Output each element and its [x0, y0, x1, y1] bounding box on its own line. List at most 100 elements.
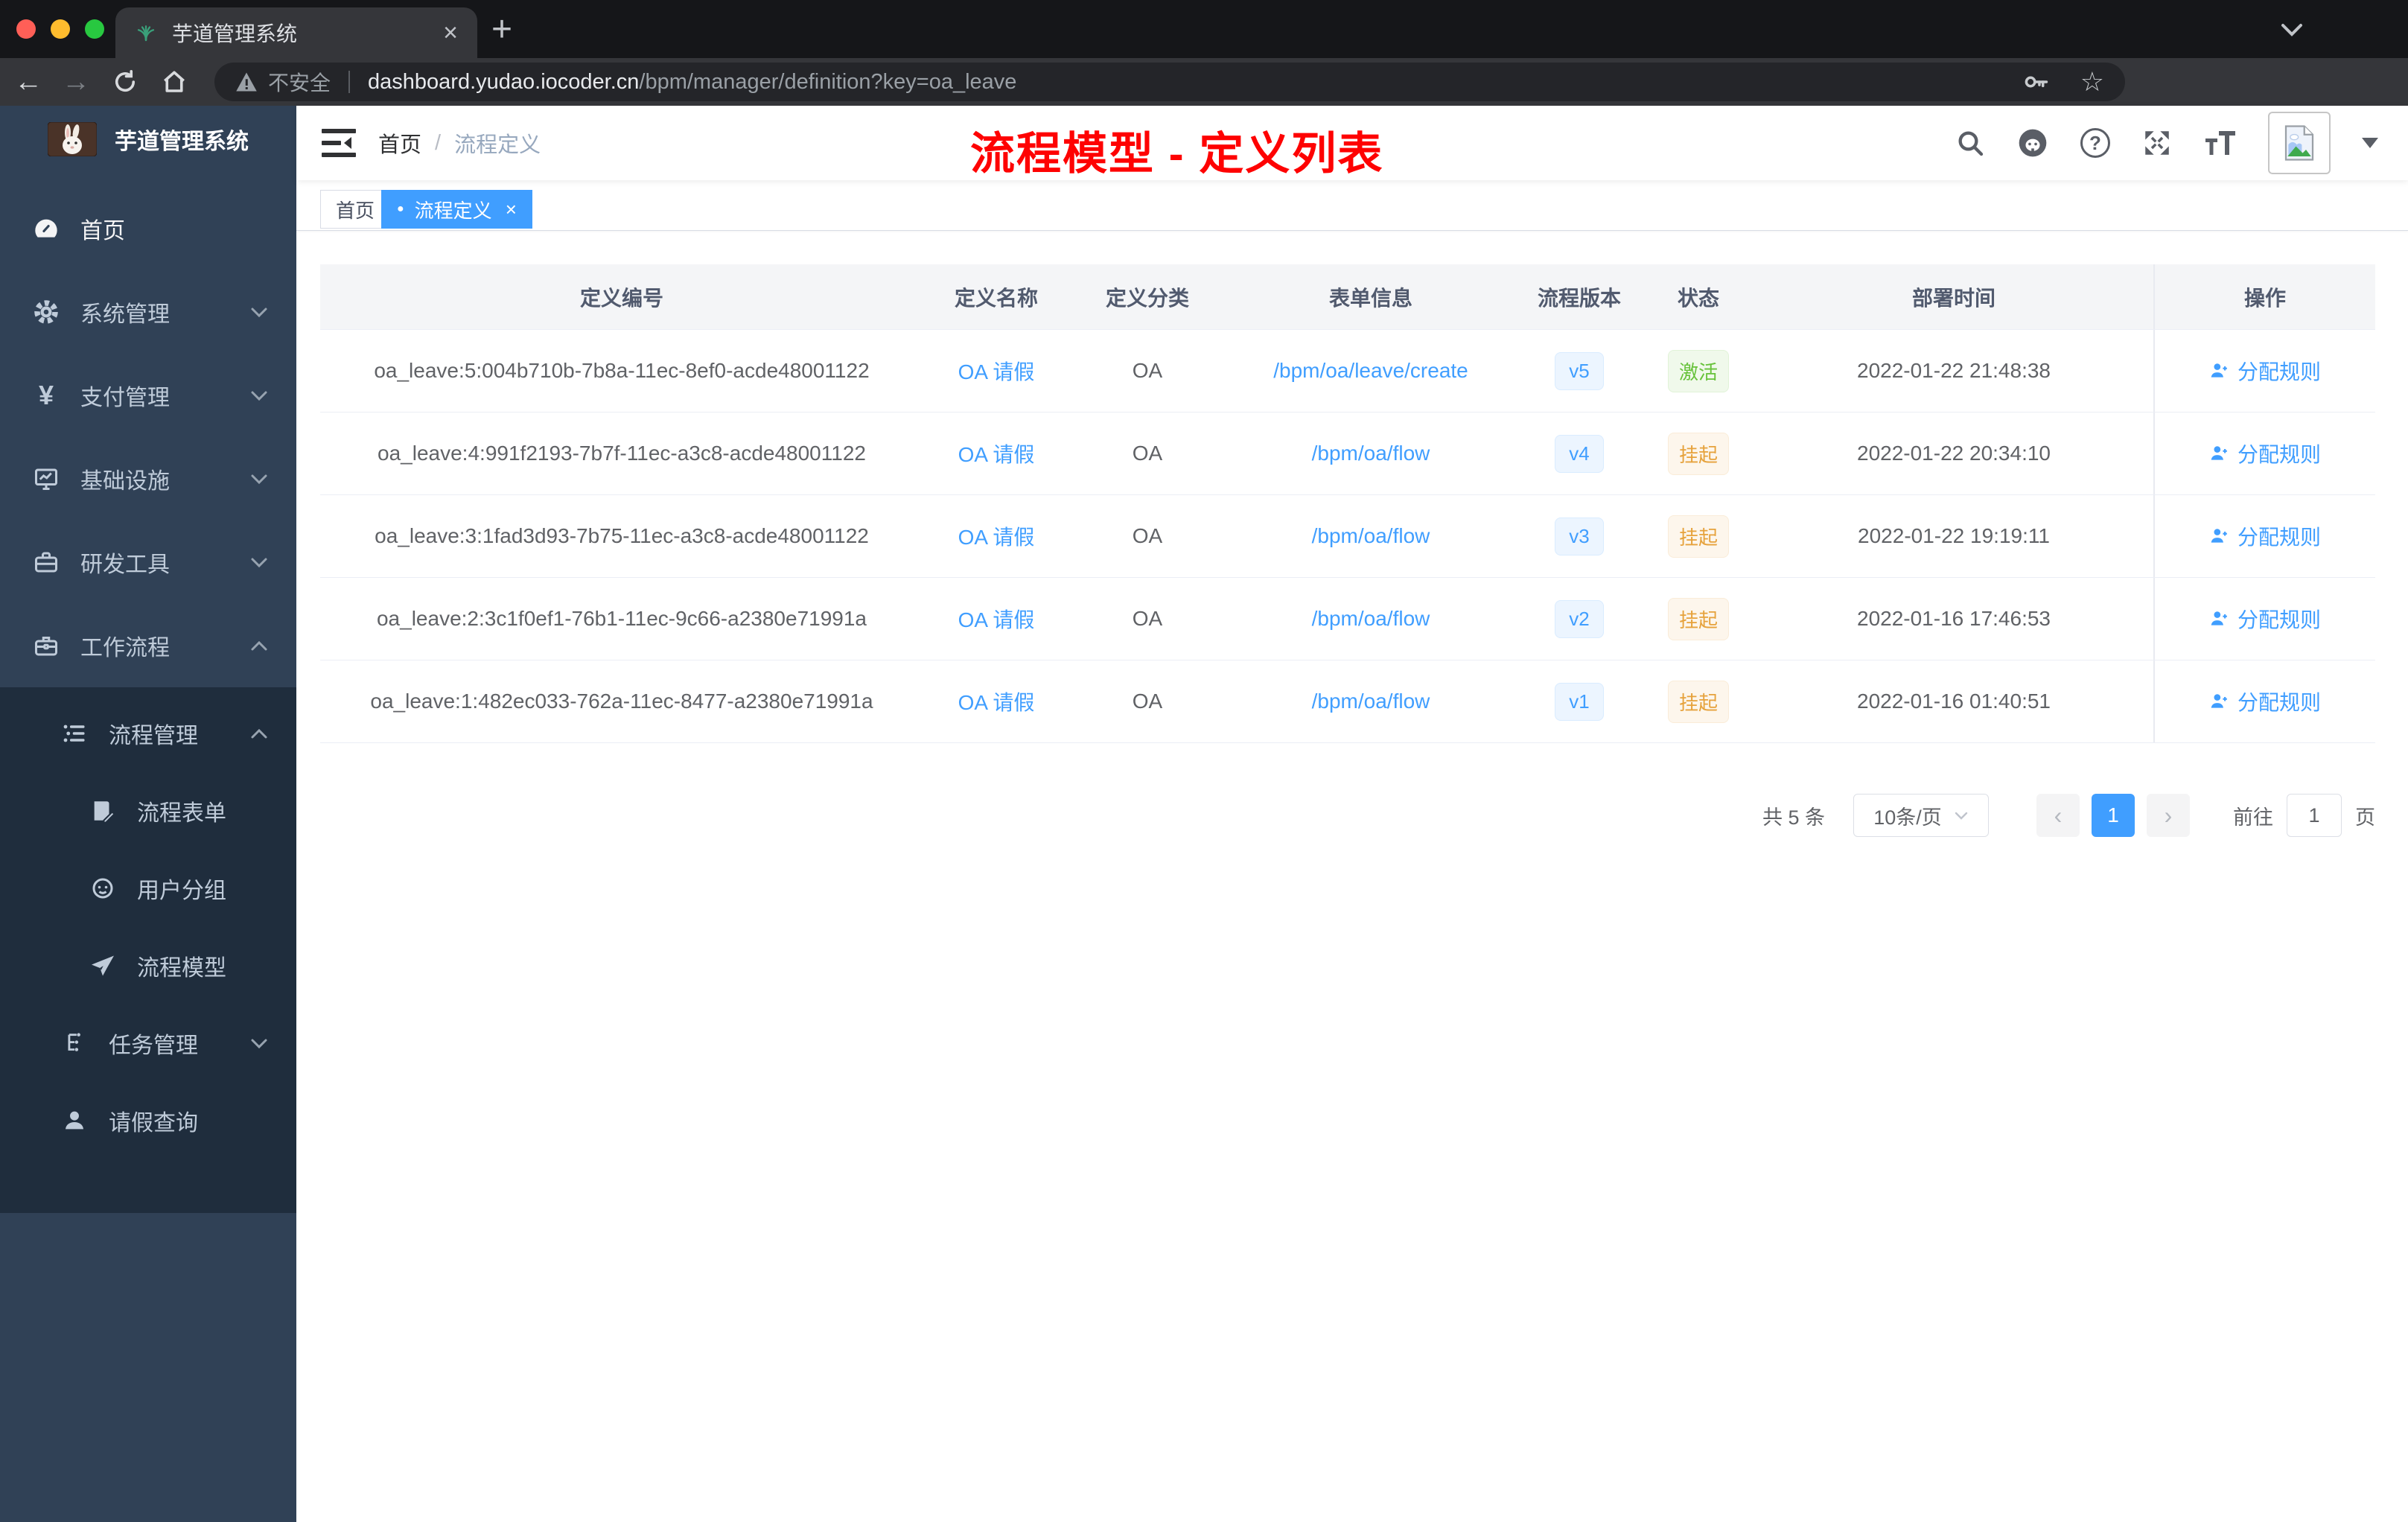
sidebar-item-process-model[interactable]: 流程模型	[0, 927, 296, 1004]
prev-page-button[interactable]: ‹	[2036, 794, 2080, 837]
page-navbar: 首页 / 流程定义 流程模型 - 定义列表 ?	[296, 106, 2408, 180]
browser-tab[interactable]: 芋道管理系统 ×	[115, 7, 477, 58]
sidebar-item-dev-tools[interactable]: 研发工具	[0, 520, 296, 604]
assign-rule-link[interactable]: 分配规则	[2209, 604, 2321, 634]
toolbox-icon	[31, 549, 61, 576]
chevron-up-icon	[250, 728, 268, 739]
avatar-caret-icon[interactable]	[2362, 138, 2378, 148]
page-size-select[interactable]: 10条/页	[1853, 794, 1989, 837]
chevron-down-icon	[250, 474, 268, 485]
status-badge: 挂起	[1667, 597, 1729, 640]
form-info-link[interactable]: /bpm/oa/flow	[1312, 524, 1430, 548]
chevron-down-icon	[1955, 812, 1967, 820]
chevron-up-icon	[250, 640, 268, 652]
sidebar-logo-link[interactable]: 芋道管理系统	[0, 106, 296, 156]
assign-rule-label: 分配规则	[2237, 526, 2321, 549]
tab-search-chevron-icon[interactable]	[2280, 22, 2304, 37]
list-tree-icon	[60, 720, 89, 747]
monitor-icon	[31, 465, 61, 492]
sidebar-item-label: 系统管理	[80, 302, 170, 327]
status-badge: 激活	[1667, 349, 1729, 392]
search-icon[interactable]	[1955, 128, 1985, 158]
tag-close-icon[interactable]: ×	[506, 198, 517, 221]
sidebar-item-label: 用户分组	[137, 879, 226, 903]
tab-close-icon[interactable]: ×	[443, 20, 458, 45]
form-info-link[interactable]: /bpm/oa/flow	[1312, 442, 1430, 465]
sidebar-item-label: 请假查询	[109, 1111, 198, 1136]
assign-rule-link[interactable]: 分配规则	[2209, 687, 2321, 716]
form-info-link[interactable]: /bpm/oa/flow	[1312, 690, 1430, 713]
assign-rule-label: 分配规则	[2237, 608, 2321, 631]
security-warning-icon[interactable]	[235, 71, 258, 92]
user-icon	[2211, 611, 2227, 625]
tab-title: 芋道管理系统	[172, 22, 298, 45]
form-info-link[interactable]: /bpm/oa/flow	[1312, 607, 1430, 631]
url-text[interactable]: dashboard.yudao.iocoder.cn/bpm/manager/d…	[368, 70, 2022, 95]
new-tab-button[interactable]: +	[491, 9, 512, 50]
sidebar-item-process-form[interactable]: 流程表单	[0, 772, 296, 850]
sidebar-item-workflow[interactable]: 工作流程	[0, 604, 296, 687]
sidebar-item-payment[interactable]: ¥ 支付管理	[0, 354, 296, 437]
github-icon[interactable]	[2016, 127, 2049, 159]
definition-name-link[interactable]: OA 请假	[958, 521, 1035, 551]
next-page-button[interactable]: ›	[2147, 794, 2190, 837]
sidebar-item-system[interactable]: 系统管理	[0, 270, 296, 354]
column-header: 操作	[2153, 264, 2375, 329]
sidebar-item-label: 任务管理	[109, 1034, 198, 1058]
sidebar-item-leave-query[interactable]: 请假查询	[0, 1082, 296, 1159]
avatar[interactable]	[2268, 112, 2331, 174]
yen-icon: ¥	[38, 380, 54, 410]
sidebar-item-home[interactable]: 首页	[0, 187, 296, 270]
fullscreen-icon[interactable]	[2141, 127, 2173, 159]
sidebar-item-infrastructure[interactable]: 基础设施	[0, 437, 296, 520]
assign-rule-label: 分配规则	[2237, 691, 2321, 714]
form-icon	[88, 798, 118, 824]
version-badge: v5	[1555, 351, 1604, 390]
forward-button[interactable]: →	[54, 58, 98, 106]
definition-name-link[interactable]: OA 请假	[958, 356, 1035, 386]
chevron-down-icon	[250, 390, 268, 401]
definition-name-link[interactable]: OA 请假	[958, 687, 1035, 716]
bookmark-star-icon[interactable]: ☆	[2080, 66, 2104, 98]
table-row: oa_leave:5:004b710b-7b8a-11ec-8ef0-acde4…	[320, 330, 2375, 413]
browser-toolbar: ← → 不安全 dashboard.yudao.iocoder.cn/bpm/m…	[0, 58, 2408, 171]
form-info-link[interactable]: /bpm/oa/leave/create	[1273, 359, 1468, 383]
current-page-button[interactable]: 1	[2092, 794, 2135, 837]
sidebar-item-label: 基础设施	[80, 469, 170, 494]
app-logo-rabbit-image	[48, 122, 97, 156]
sidebar-item-label: 流程表单	[137, 801, 226, 826]
table-header-row: 定义编号 定义名称 定义分类 表单信息 流程版本 状态 部署时间 操作	[320, 264, 2375, 330]
help-icon[interactable]: ?	[2080, 128, 2110, 158]
definition-name-link[interactable]: OA 请假	[958, 439, 1035, 468]
url-host: dashboard.yudao.iocoder.cn	[368, 69, 640, 94]
font-size-icon[interactable]	[2204, 128, 2237, 158]
version-badge: v4	[1555, 434, 1604, 473]
sidebar-item-user-group[interactable]: 用户分组	[0, 850, 296, 927]
home-button[interactable]	[152, 58, 197, 106]
definition-id: oa_leave:5:004b710b-7b8a-11ec-8ef0-acde4…	[374, 359, 870, 382]
back-button[interactable]: ←	[6, 58, 51, 106]
breadcrumb-home-link[interactable]: 首页	[378, 127, 421, 159]
chevron-down-icon	[250, 1038, 268, 1049]
assign-rule-link[interactable]: 分配规则	[2209, 521, 2321, 551]
sidebar-item-process-management[interactable]: 流程管理	[0, 695, 296, 772]
assign-rule-link[interactable]: 分配规则	[2209, 439, 2321, 468]
address-bar[interactable]: 不安全 dashboard.yudao.iocoder.cn/bpm/manag…	[214, 63, 2125, 101]
reload-button[interactable]	[103, 58, 147, 106]
pagination: 共 5 条 10条/页 ‹ 1 › 前往 页	[1762, 794, 2375, 837]
sidebar-collapse-icon[interactable]	[322, 127, 356, 159]
tag-home[interactable]: 首页	[320, 190, 391, 229]
definition-category: OA	[1132, 690, 1163, 713]
zoom-window-button[interactable]	[85, 19, 104, 39]
assign-rule-link[interactable]: 分配规则	[2209, 356, 2321, 386]
breadcrumb-current: 流程定义	[454, 133, 541, 157]
breadcrumb: 首页 / 流程定义	[378, 106, 541, 180]
minimize-window-button[interactable]	[51, 19, 70, 39]
definition-name-link[interactable]: OA 请假	[958, 604, 1035, 634]
security-label[interactable]: 不安全	[268, 67, 331, 97]
password-key-icon[interactable]	[2022, 68, 2051, 96]
sidebar-item-task-management[interactable]: 任务管理	[0, 1004, 296, 1082]
tag-process-definition[interactable]: ● 流程定义 ×	[381, 190, 532, 229]
close-window-button[interactable]	[16, 19, 36, 39]
goto-page-input[interactable]	[2287, 794, 2342, 837]
